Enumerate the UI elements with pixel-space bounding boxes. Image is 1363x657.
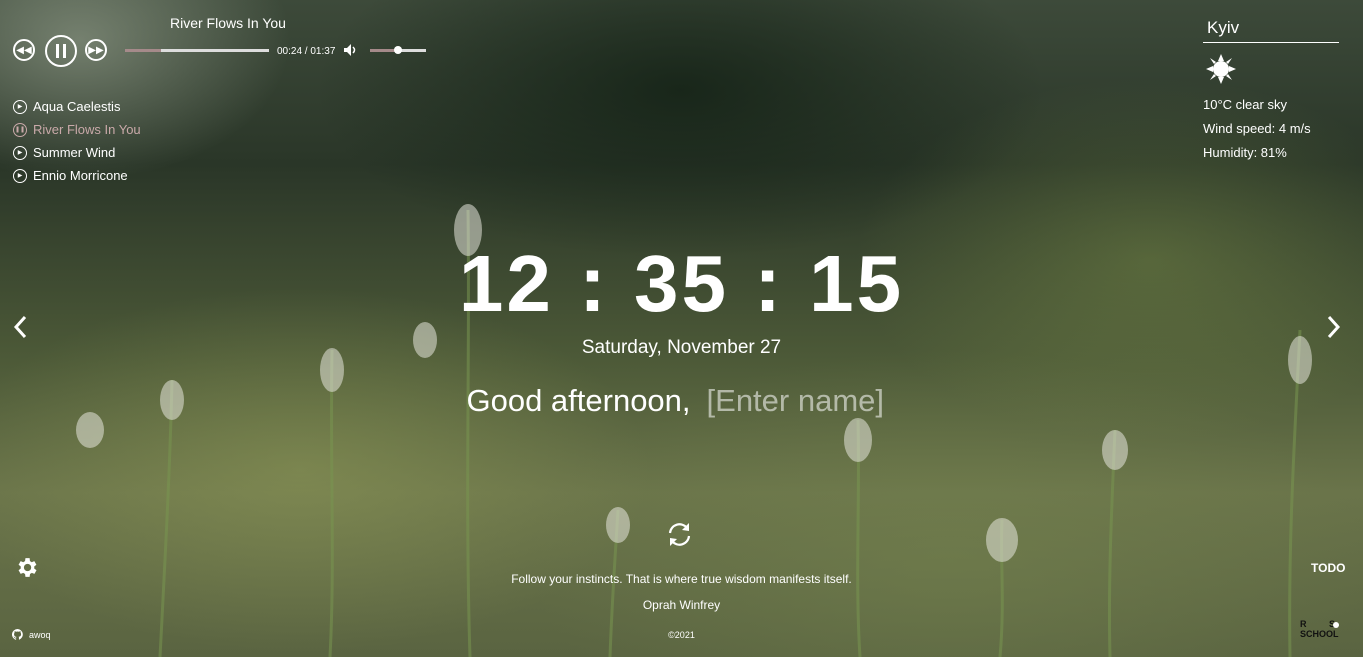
refresh-icon — [668, 523, 691, 546]
city-input[interactable]: Kyiv — [1203, 16, 1339, 43]
play-pause-button[interactable] — [45, 35, 77, 67]
playlist-item-title: Ennio Morricone — [33, 168, 128, 183]
greeting: Good afternoon, — [0, 383, 1363, 419]
current-track-title: River Flows In You — [170, 15, 286, 31]
volume-handle[interactable] — [394, 46, 402, 54]
todo-button[interactable]: TODO — [1311, 561, 1345, 575]
track-time: 00:24 / 01:37 — [277, 46, 336, 57]
progress-bar[interactable] — [125, 49, 269, 52]
fast-forward-icon: ▶▶ — [88, 44, 104, 56]
svg-text:R: R — [1300, 619, 1307, 629]
wind-speed: Wind speed: 4 m/s — [1203, 121, 1311, 136]
playlist-item[interactable]: ▶ Ennio Morricone — [13, 164, 141, 187]
pause-icon — [56, 44, 66, 58]
playlist-item[interactable]: ❚❚ River Flows In You — [13, 118, 141, 141]
play-icon: ▶ — [13, 168, 27, 183]
previous-track-button[interactable]: ◀◀ — [13, 39, 35, 61]
playlist-item-title: Summer Wind — [33, 145, 116, 160]
play-icon: ▶ — [13, 99, 27, 114]
sun-icon — [1206, 54, 1236, 84]
playlist-item-title: Aqua Caelestis — [33, 99, 121, 114]
playlist-item-title: River Flows In You — [33, 122, 141, 137]
name-input[interactable] — [706, 383, 897, 419]
volume-icon — [344, 44, 356, 56]
date: Saturday, November 27 — [581, 337, 782, 358]
playlist-item[interactable]: ▶ Summer Wind — [13, 141, 141, 164]
playlist-item[interactable]: ▶ Aqua Caelestis — [13, 95, 141, 118]
pause-icon: ❚❚ — [13, 122, 27, 137]
weather-temperature: 10°C clear sky — [1203, 97, 1287, 112]
volume-slider[interactable] — [370, 46, 426, 54]
humidity: Humidity: 81% — [1203, 145, 1287, 160]
settings-button[interactable] — [14, 555, 39, 585]
svg-text:SCHOOL: SCHOOL — [1300, 629, 1339, 639]
rs-school-logo[interactable]: R S SCHOOL — [1299, 619, 1349, 641]
quote-text: Follow your instincts. That is where tru… — [511, 572, 852, 586]
copyright: ©2021 — [668, 630, 695, 640]
change-quote-button[interactable] — [666, 521, 693, 553]
rewind-icon: ◀◀ — [16, 44, 32, 56]
rs-school-logo-image: R S SCHOOL — [1300, 619, 1339, 639]
gear-icon — [18, 558, 37, 577]
quote-author: Oprah Winfrey — [642, 598, 721, 612]
playlist: ▶ Aqua Caelestis ❚❚ River Flows In You ▶… — [13, 95, 141, 187]
clock: 12 : 35 : 15 — [458, 239, 905, 328]
volume-button[interactable] — [343, 43, 359, 62]
next-track-button[interactable]: ▶▶ — [85, 39, 107, 61]
progress-fill — [125, 49, 161, 52]
greeting-text: Good afternoon, — [466, 383, 691, 418]
play-icon: ▶ — [13, 145, 27, 160]
